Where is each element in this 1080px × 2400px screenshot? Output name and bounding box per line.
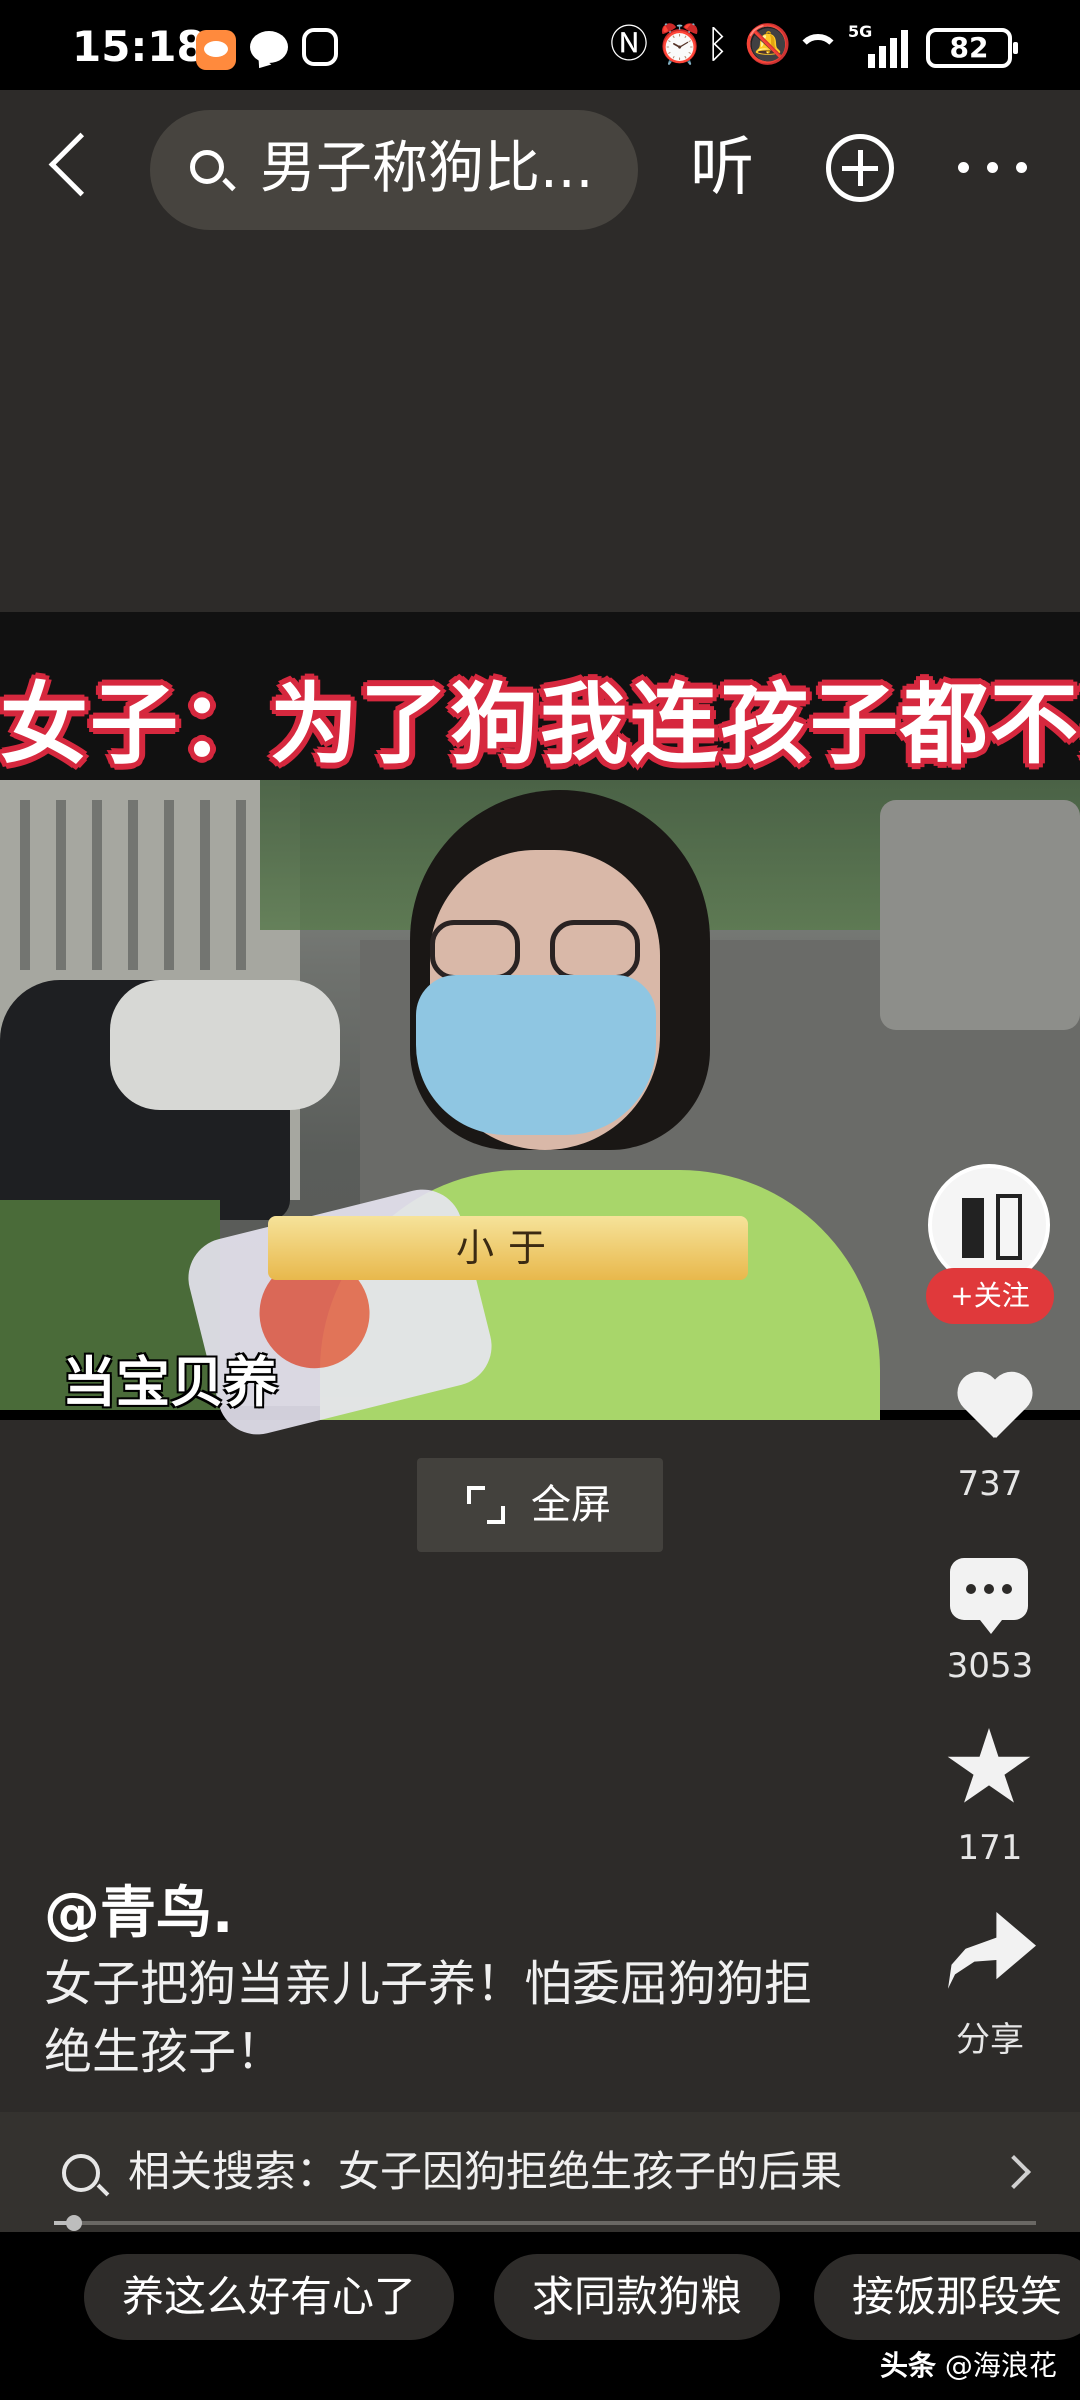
like-count: 737 bbox=[957, 1464, 1023, 1504]
comment-icon[interactable] bbox=[950, 1558, 1028, 1634]
related-search-text: 相关搜索：女子因狗拒绝生孩子的后果 bbox=[128, 2147, 843, 2196]
back-icon[interactable] bbox=[48, 132, 113, 197]
video-progress-bar[interactable] bbox=[54, 2215, 1036, 2231]
comment-count: 3053 bbox=[946, 1646, 1034, 1686]
listen-button[interactable]: 听 bbox=[690, 130, 754, 206]
author-name[interactable]: @青鸟. bbox=[44, 1868, 233, 1949]
mute-icon: 🔕 bbox=[744, 22, 792, 66]
app-notification-icon bbox=[196, 30, 236, 70]
quick-comment-chip[interactable]: 求同款狗粮 bbox=[494, 2254, 781, 2340]
alarm-icon: ⏰ bbox=[656, 22, 704, 66]
video-progress-knob[interactable] bbox=[65, 2215, 82, 2231]
wifi-icon bbox=[796, 28, 840, 72]
star-icon[interactable] bbox=[947, 1728, 1031, 1803]
post-description: 女子把狗当亲儿子养！怕委屈狗狗拒绝生孩子！ bbox=[44, 1956, 813, 2080]
search-icon bbox=[190, 150, 224, 184]
nfc-icon: Ⓝ bbox=[610, 22, 649, 66]
video-frame bbox=[0, 780, 1080, 1420]
favorite-count: 171 bbox=[957, 1828, 1023, 1868]
more-icon[interactable] bbox=[958, 162, 1028, 174]
video-caption: 当宝贝养 bbox=[62, 1351, 278, 1414]
video-name-tag: 小于 bbox=[268, 1216, 748, 1280]
fullscreen-label: 全屏 bbox=[531, 1482, 611, 1528]
chevron-right-icon bbox=[997, 2155, 1031, 2189]
interviewee-mask bbox=[416, 975, 656, 1135]
status-time: 15:18 bbox=[72, 22, 206, 71]
search-box[interactable]: 男子称狗比... bbox=[150, 110, 638, 230]
scene-scooter-white bbox=[110, 980, 340, 1110]
video-player[interactable]: 女子：为了狗我连孩子都不要了！ bbox=[0, 612, 1080, 1420]
bluetooth-icon: ᛒ bbox=[706, 22, 729, 66]
quick-comment-chip[interactable]: 接饭那段笑 bbox=[814, 2254, 1080, 2340]
add-icon[interactable] bbox=[826, 134, 894, 202]
share-icon[interactable] bbox=[948, 1912, 1036, 1989]
battery-indicator: 82 bbox=[926, 28, 1018, 68]
status-indicators: Ⓝ ⏰ ᛒ 🔕 5G 82 bbox=[610, 0, 1080, 90]
status-bar: 15:18 Ⓝ ⏰ ᛒ 🔕 5G 82 bbox=[0, 0, 1080, 90]
hand-notification-icon bbox=[302, 28, 338, 66]
watermark: 头条 @海浪花 bbox=[880, 2344, 1057, 2384]
quick-comment-chip[interactable]: 养这么好有心了 bbox=[84, 2254, 455, 2340]
watermark-handle: @海浪花 bbox=[944, 2349, 1057, 2382]
fullscreen-button[interactable]: 全屏 bbox=[417, 1458, 663, 1552]
search-query: 男子称狗比... bbox=[260, 136, 594, 201]
video-headline: 女子：为了狗我连孩子都不要了！ bbox=[0, 673, 1080, 776]
network-type: 5G bbox=[848, 22, 873, 41]
share-label[interactable]: 分享 bbox=[900, 2012, 1080, 2061]
follow-button[interactable]: +关注 bbox=[926, 1268, 1054, 1324]
signal-icon: 5G bbox=[848, 22, 908, 68]
related-search-bar[interactable]: 相关搜索：女子因狗拒绝生孩子的后果 bbox=[0, 2112, 1080, 2232]
expand-icon bbox=[467, 1486, 505, 1524]
heart-icon[interactable] bbox=[954, 1374, 1034, 1448]
watermark-brand: 头条 bbox=[880, 2349, 937, 2382]
message-notification-icon bbox=[250, 31, 288, 63]
search-icon bbox=[62, 2154, 100, 2192]
video-headline-band: 女子：为了狗我连孩子都不要了！ bbox=[0, 612, 1080, 780]
